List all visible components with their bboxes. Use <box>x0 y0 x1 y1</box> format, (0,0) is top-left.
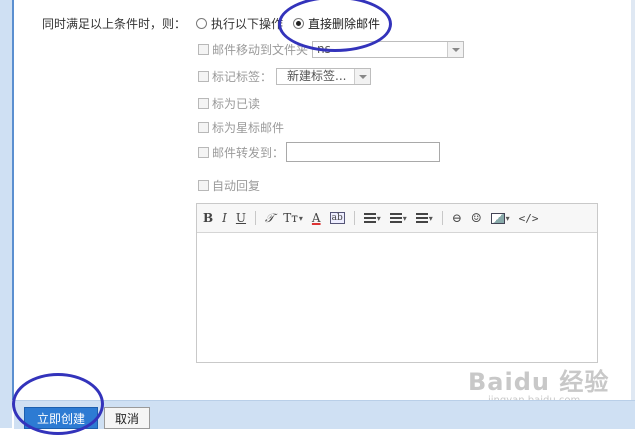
option-move-to-folder: 邮件移动到文件夹 ns <box>198 40 465 58</box>
checkbox-forward[interactable] <box>198 146 209 158</box>
bullet-list-icon[interactable] <box>389 213 407 223</box>
radio-delete-mail[interactable] <box>293 17 305 29</box>
forward-label: 邮件转发到： <box>212 145 285 160</box>
forward-address-input[interactable] <box>286 142 441 162</box>
panel-border <box>12 0 14 400</box>
tag-label: 标记标签： <box>212 69 273 84</box>
indent-icon[interactable] <box>415 213 433 223</box>
radio-execute-label[interactable]: 执行以下操作 <box>211 15 283 32</box>
background-color-icon[interactable]: ab <box>329 212 345 224</box>
radio-delete-label[interactable]: 直接删除邮件 <box>308 15 380 32</box>
left-panel-bar <box>0 0 12 428</box>
checkbox-move-to-folder[interactable] <box>198 43 209 55</box>
mark-read-label: 标为已读 <box>212 96 261 111</box>
clear-format-icon[interactable]: 𝒯 <box>265 211 274 226</box>
option-tag: 标记标签： 新建标签... <box>198 67 372 85</box>
checkbox-tag[interactable] <box>198 70 209 82</box>
tag-select[interactable]: 新建标签... <box>276 67 372 85</box>
folder-select-value: ns <box>317 41 331 56</box>
checkbox-auto-reply[interactable] <box>198 179 209 191</box>
toolbar-divider <box>441 211 443 225</box>
emoji-icon[interactable]: ☺ <box>471 211 482 225</box>
option-mark-star: 标为星标邮件 <box>198 118 284 136</box>
code-icon[interactable]: </> <box>519 212 539 225</box>
chevron-down-icon <box>354 68 371 84</box>
toolbar-divider <box>353 211 355 225</box>
option-forward: 邮件转发到： <box>198 142 441 162</box>
font-color-icon[interactable]: A <box>312 211 321 225</box>
radio-execute-actions[interactable] <box>196 17 207 29</box>
move-to-folder-label: 邮件移动到文件夹 <box>212 42 309 57</box>
image-icon[interactable] <box>490 212 510 224</box>
link-icon[interactable]: ⊖ <box>452 211 462 225</box>
bold-button[interactable]: B <box>203 211 213 225</box>
action-mode-group: 执行以下操作 直接删除邮件 <box>196 14 390 32</box>
watermark-main: Baidu 经验 <box>468 368 610 396</box>
tag-select-value: 新建标签... <box>287 68 347 83</box>
mark-star-label: 标为星标邮件 <box>212 120 285 135</box>
cancel-button[interactable]: 取消 <box>104 407 150 429</box>
folder-select[interactable]: ns <box>312 40 465 58</box>
editor-body[interactable] <box>197 233 597 363</box>
italic-button[interactable]: I <box>222 211 227 225</box>
font-size-icon[interactable]: Tт <box>283 211 303 225</box>
create-button[interactable]: 立即创建 <box>24 407 98 429</box>
editor-toolbar: B I U 𝒯 Tт A ab ⊖ ☺ </> <box>197 204 597 233</box>
option-auto-reply: 自动回复 <box>198 176 260 194</box>
auto-reply-editor: B I U 𝒯 Tт A ab ⊖ ☺ </> <box>196 203 598 363</box>
checkbox-mark-read[interactable] <box>198 97 209 109</box>
checkbox-mark-star[interactable] <box>198 121 209 133</box>
option-mark-read: 标为已读 <box>198 94 260 112</box>
chevron-down-icon <box>447 41 464 57</box>
align-icon[interactable] <box>363 213 381 223</box>
right-edge <box>631 0 635 400</box>
toolbar-divider <box>255 211 257 225</box>
auto-reply-label: 自动回复 <box>212 178 261 193</box>
underline-button[interactable]: U <box>236 211 246 225</box>
condition-label: 同时满足以上条件时，则： <box>42 17 187 31</box>
